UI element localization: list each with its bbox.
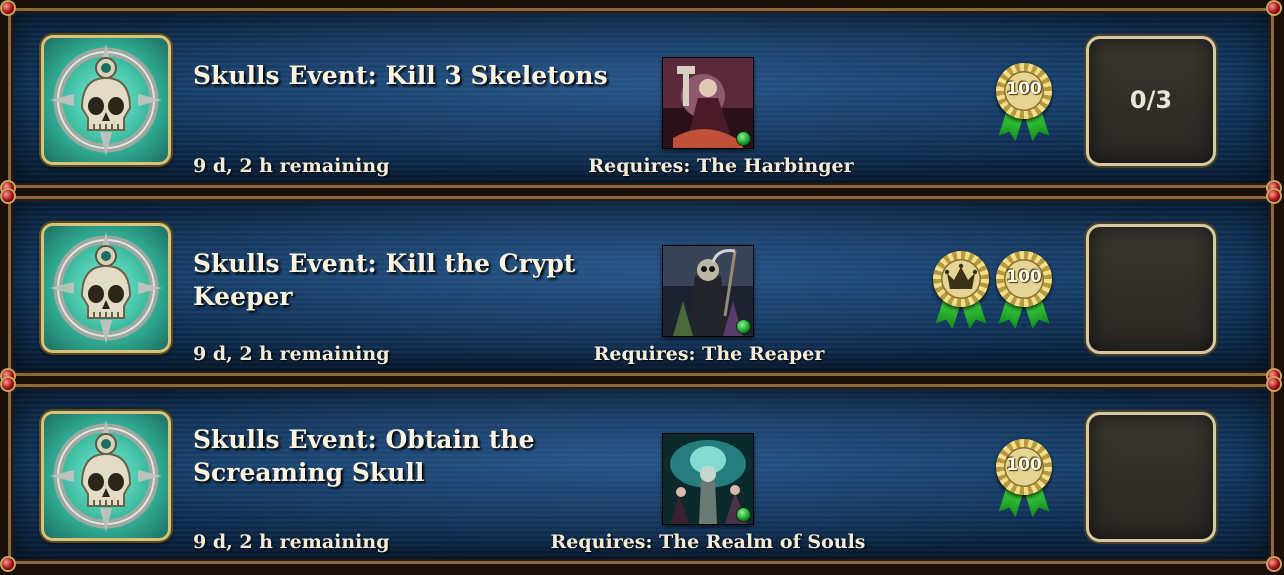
skull-icon [41, 411, 171, 541]
status-badge-icon [737, 132, 750, 145]
time-remaining: 9 d, 2 h remaining [193, 343, 390, 365]
progress-box[interactable]: 0/3 [1086, 36, 1216, 166]
reward-medal: 100 [994, 439, 1056, 523]
requirement-art-harbinger[interactable] [663, 58, 753, 148]
status-badge-icon [737, 508, 750, 521]
requirement-label: Requires: The Harbinger [588, 155, 854, 177]
progress-box[interactable] [1086, 224, 1216, 354]
requirement-art-realm-of-souls[interactable] [663, 434, 753, 524]
requirement-label: Requires: The Reaper [593, 343, 825, 365]
gem-stud [1268, 378, 1280, 390]
gem-stud [2, 2, 14, 14]
quest-title: Skulls Event: Obtain the Screaming Skull [193, 425, 535, 487]
crown-medal-icon [933, 251, 989, 307]
medal-icon: 100 [996, 439, 1052, 495]
medal-value: 100 [1006, 79, 1042, 99]
requirement-art-reaper[interactable] [663, 246, 753, 336]
skull-icon [41, 223, 171, 353]
gem-stud [2, 378, 14, 390]
reward-medal: 100 [994, 251, 1056, 335]
time-remaining: 9 d, 2 h remaining [193, 531, 390, 553]
requirement-label: Requires: The Realm of Souls [550, 531, 866, 553]
medal-value: 100 [1006, 455, 1042, 475]
gem-stud [1268, 190, 1280, 202]
quest-list: Skulls Event: Kill 3 Skeletons 9 d, 2 h … [0, 0, 1284, 575]
progress-box[interactable] [1086, 412, 1216, 542]
progress-value: 0/3 [1129, 86, 1173, 114]
reward-medal: 100 [994, 63, 1056, 147]
reward-crown [931, 251, 993, 335]
medal-icon: 100 [996, 251, 1052, 307]
quest-title: Skulls Event: Kill 3 Skeletons [193, 61, 608, 90]
time-remaining: 9 d, 2 h remaining [193, 155, 390, 177]
gem-stud [1268, 2, 1280, 14]
status-badge-icon [737, 320, 750, 333]
skull-icon [41, 35, 171, 165]
quest-row[interactable]: Skulls Event: Kill the Crypt Keeper 9 d,… [2, 190, 1280, 382]
medal-value: 100 [1006, 267, 1042, 287]
quest-title: Skulls Event: Kill the Crypt Keeper [193, 249, 576, 311]
quest-row[interactable]: Skulls Event: Obtain the Screaming Skull… [2, 378, 1280, 570]
medal-icon: 100 [996, 63, 1052, 119]
crown-icon [945, 263, 977, 289]
gem-stud [2, 190, 14, 202]
quest-row[interactable]: Skulls Event: Kill 3 Skeletons 9 d, 2 h … [2, 2, 1280, 194]
